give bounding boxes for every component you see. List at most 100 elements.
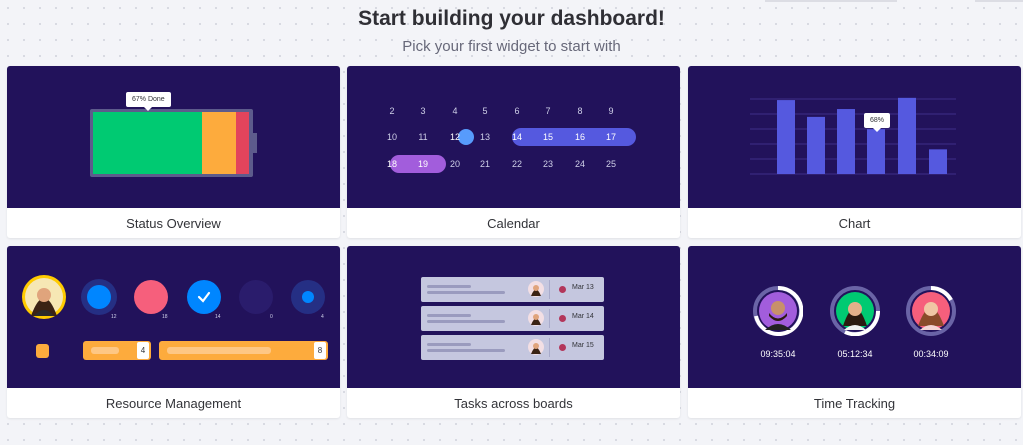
task-row: Mar 15 — [421, 335, 604, 360]
page-subtitle: Pick your first widget to start with — [402, 38, 621, 55]
battery-icon — [90, 109, 253, 177]
calendar-day: 24 — [574, 159, 585, 169]
resource-preview: 12 18 14 0 4 4 8 — [7, 246, 340, 388]
resource-user-circle — [302, 291, 314, 303]
calendar-day: 10 — [386, 132, 397, 142]
task-line — [427, 320, 505, 323]
calendar-day: 12 — [449, 132, 460, 142]
widget-card-chart[interactable]: 68% Chart — [688, 66, 1021, 238]
widget-label: Tasks across boards — [454, 395, 573, 411]
calendar-day: 5 — [482, 106, 488, 116]
calendar-day: 3 — [420, 106, 426, 116]
task-line — [427, 285, 471, 288]
status-tooltip: 67% Done — [126, 92, 171, 111]
chart-bar — [867, 129, 885, 174]
widget-card-tasks-across-boards[interactable]: Mar 13 Mar 14 Mar 15 Tasks across boards — [347, 246, 680, 418]
timer-value: 00:34:09 — [913, 349, 949, 359]
task-date: Mar 13 — [572, 284, 594, 291]
widget-card-calendar[interactable]: 2 3 4 5 6 7 8 9 10 11 12 13 14 15 16 17 18 19 20 21 22 23 24 25… — [347, 66, 680, 238]
calendar-day: 20 — [449, 159, 460, 169]
resource-count: 0 — [270, 314, 273, 320]
task-line — [427, 291, 505, 294]
avatar — [528, 339, 544, 355]
resource-bar-value: 8 — [314, 342, 326, 359]
timer-value: 09:35:04 — [760, 349, 796, 359]
resource-count: 18 — [162, 314, 168, 320]
resource-count: 12 — [111, 314, 117, 320]
avatar — [528, 310, 544, 326]
calendar-day: 13 — [479, 132, 490, 142]
widget-card-time-tracking[interactable]: 09:35:04 05:12:34 00:34:09 Time Tracking — [688, 246, 1021, 418]
timer-value: 05:12:34 — [837, 349, 873, 359]
calendar-day: 6 — [514, 106, 520, 116]
widget-card-status-overview[interactable]: 67% Done Status Overview — [7, 66, 340, 238]
resource-count: 14 — [215, 314, 221, 320]
calendar-day: 25 — [605, 159, 616, 169]
calendar-preview: 2 3 4 5 6 7 8 9 10 11 12 13 14 15 16 17 18 19 20 21 22 23 24 25 — [347, 66, 680, 208]
page-header: Start building your dashboard! Pick your… — [0, 6, 1023, 56]
widget-card-resource-management[interactable]: 12 18 14 0 4 4 8 Resource Management — [7, 246, 340, 418]
task-line — [427, 343, 471, 346]
resource-bar: 4 — [83, 341, 151, 360]
timer-avatar — [753, 286, 803, 336]
task-divider — [549, 280, 550, 299]
calendar-day: 23 — [542, 159, 553, 169]
top-tab-hint — [765, 0, 897, 2]
task-line — [427, 349, 505, 352]
resource-user-circle — [87, 285, 111, 309]
task-divider — [549, 309, 550, 328]
chart-bar — [898, 97, 916, 174]
task-status-dot — [559, 315, 566, 322]
task-date: Mar 15 — [572, 342, 594, 349]
resource-user-circle — [239, 280, 273, 314]
battery-done-segment — [93, 112, 202, 174]
battery-stuck-segment — [236, 112, 249, 174]
calendar-day: 8 — [577, 106, 583, 116]
bar-chart — [750, 97, 956, 175]
check-icon — [197, 291, 211, 303]
chart-tooltip: 68% — [864, 113, 891, 132]
status-overview-preview: 67% Done — [7, 66, 340, 208]
top-tab-hint — [975, 0, 1023, 2]
calendar-day: 16 — [574, 132, 585, 142]
resource-count: 4 — [321, 314, 324, 320]
resource-user-circle — [134, 280, 168, 314]
battery-cap — [253, 133, 257, 153]
calendar-day: 18 — [386, 159, 397, 169]
page-title: Start building your dashboard! — [358, 7, 665, 30]
resource-bar: 8 — [159, 341, 328, 360]
calendar-day: 2 — [389, 106, 395, 116]
task-status-dot — [559, 286, 566, 293]
tasks-preview: Mar 13 Mar 14 Mar 15 — [347, 246, 680, 388]
avatar — [22, 275, 66, 319]
calendar-day: 14 — [511, 132, 522, 142]
battery-working-segment — [202, 112, 236, 174]
calendar-day: 22 — [511, 159, 522, 169]
widget-label: Status Overview — [126, 215, 221, 231]
task-divider — [549, 338, 550, 357]
chart-bar — [807, 116, 825, 174]
calendar-day: 17 — [605, 132, 616, 142]
calendar-day: 7 — [545, 106, 551, 116]
task-row: Mar 14 — [421, 306, 604, 331]
calendar-day: 15 — [542, 132, 553, 142]
task-date: Mar 14 — [572, 313, 594, 320]
timer-avatar — [906, 286, 956, 336]
calendar-day: 11 — [418, 132, 428, 142]
avatar — [528, 281, 544, 297]
time-tracking-preview: 09:35:04 05:12:34 00:34:09 — [688, 246, 1021, 388]
task-status-dot — [559, 344, 566, 351]
calendar-day: 4 — [452, 106, 458, 116]
chart-bar — [777, 100, 795, 174]
calendar-day: 21 — [479, 159, 490, 169]
resource-bar-value: 4 — [137, 342, 149, 359]
task-row: Mar 13 — [421, 277, 604, 302]
resource-bar-fill — [167, 347, 271, 354]
widget-label: Resource Management — [105, 395, 242, 411]
chart-preview: 68% — [688, 66, 1021, 208]
widget-label: Calendar — [487, 215, 540, 231]
widget-label: Chart — [838, 215, 871, 231]
calendar-day: 19 — [417, 159, 428, 169]
chart-bar — [837, 109, 855, 174]
resource-bar-small — [36, 344, 49, 358]
